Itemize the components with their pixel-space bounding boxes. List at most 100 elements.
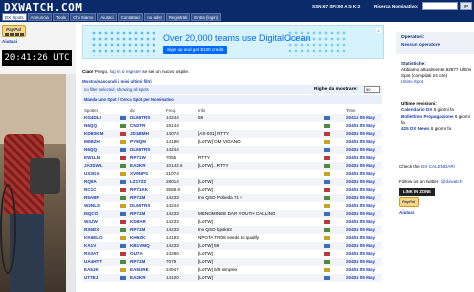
spotter-cell[interactable]: KK6ELO: [82, 234, 118, 242]
table-row: EA5JK EA5URE 24947 [LoTW] 5/9 simplex 2040z …: [82, 266, 382, 274]
link-zone-badge[interactable]: LINK IN ZONE: [399, 188, 435, 196]
aiutaci-link[interactable]: Aiutaci: [2, 39, 17, 44]
spotter-cell[interactable]: W2NLS: [82, 202, 118, 210]
ad-close-icon[interactable]: x: [376, 28, 381, 33]
col-dx[interactable]: dx: [128, 106, 164, 114]
table-row: RX6DX RP71M 14233 tnx QSO bpsk63 2040z 05 Ma…: [82, 226, 382, 234]
dx-cell[interactable]: JD1BMH: [128, 130, 164, 138]
col-spotter[interactable]: Spotter: [82, 106, 118, 114]
nav-item-aiutaci[interactable]: Aiutaci: [97, 13, 117, 21]
spotter-flag-cell: [118, 266, 128, 274]
dx-cell[interactable]: RP71M: [128, 258, 164, 266]
aiutaci-link-right[interactable]: Aiutaci: [399, 210, 414, 215]
dx-cell[interactable]: CN2TR: [128, 122, 164, 130]
dx-cell[interactable]: EA2KR: [128, 274, 164, 282]
spotter-cell[interactable]: W4JW: [82, 218, 118, 226]
dx-cell[interactable]: KH6ZK: [128, 234, 164, 242]
spotter-flag-cell: [118, 130, 128, 138]
flag-icon: [120, 179, 126, 184]
dx-cell[interactable]: EA5URE: [128, 266, 164, 274]
dx-cell[interactable]: RP71M: [128, 210, 164, 218]
stats-link[interactable]: Ultimi Spot: [401, 79, 423, 84]
flag-icon: [324, 155, 330, 160]
search-go-button[interactable]: go: [460, 2, 472, 10]
updates-box: Ultime revisioni: Calendario DX 6 giorni…: [401, 101, 474, 132]
dx-cell[interactable]: DL65TRS: [128, 114, 164, 122]
dx-cell[interactable]: KB1VMQ: [128, 242, 164, 250]
dx-cell[interactable]: KD8AR: [128, 218, 164, 226]
spotter-cell[interactable]: KD8SKM: [82, 130, 118, 138]
twitter-link[interactable]: @dxwatch: [441, 179, 463, 184]
digitalocean-banner[interactable]: Over 20,000 teams use DigitalOcean Sign …: [82, 25, 384, 59]
spotter-cell[interactable]: RC1C: [82, 186, 118, 194]
spotter-cell[interactable]: I5QCO: [82, 210, 118, 218]
col-time[interactable]: Time: [344, 106, 382, 114]
nav-item-no-ads[interactable]: no ads!: [144, 13, 165, 21]
time-cell: 2040z 05 May: [344, 234, 382, 242]
ad-cta-button[interactable]: Sign up and get $100 credit: [163, 46, 228, 54]
dx-flag-cell: [322, 258, 344, 266]
spotter-cell[interactable]: RX6DX: [82, 226, 118, 234]
spotter-cell[interactable]: EA5JK: [82, 266, 118, 274]
dx-cell[interactable]: PY9QM: [128, 138, 164, 146]
flag-icon: [324, 171, 330, 176]
paypal-donate-button-right[interactable]: PayPal: [399, 197, 419, 207]
paypal-donate-button[interactable]: PayPal: [2, 25, 26, 37]
spotter-cell[interactable]: N6QQ: [82, 122, 118, 130]
spotter-cell[interactable]: UA4HTT: [82, 258, 118, 266]
spotter-cell[interactable]: UX3GX: [82, 170, 118, 178]
dx-cell[interactable]: RP71M: [128, 194, 164, 202]
register-link[interactable]: register: [126, 69, 141, 74]
nav-item-chi-siamo[interactable]: Chi Siamo: [70, 13, 97, 21]
dx-cell[interactable]: EA2KR: [128, 162, 164, 170]
nav-item-annuncia[interactable]: Annuncia: [27, 13, 52, 21]
spotter-cell[interactable]: RX3AT: [82, 250, 118, 258]
spotter-cell[interactable]: JA3SWL: [82, 162, 118, 170]
dx-cell[interactable]: LZ17ZZ: [128, 178, 164, 186]
dx-cell[interactable]: RP71KK: [128, 186, 164, 194]
flag-icon: [120, 275, 126, 280]
ad-headline: Over 20,000 teams use DigitalOcean: [163, 33, 311, 43]
flag-icon: [120, 171, 126, 176]
update-link[interactable]: Calendario DX: [401, 107, 432, 112]
update-link[interactable]: 425 DX News: [401, 126, 430, 131]
login-link[interactable]: log in: [110, 69, 121, 74]
spotter-cell[interactable]: N6QQ: [82, 146, 118, 154]
flag-icon: [324, 267, 330, 272]
spotter-cell[interactable]: R5ABF: [82, 194, 118, 202]
spotter-cell[interactable]: RQ9A: [82, 178, 118, 186]
spotter-flag-cell: [118, 114, 128, 122]
dx-cell[interactable]: DL65TRS: [128, 146, 164, 154]
flag-icon: [120, 203, 126, 208]
col-freq[interactable]: Freq.: [164, 106, 196, 114]
welcome-message: Ciao! Prego, log in o register se sei un…: [82, 69, 189, 74]
dx-cell[interactable]: RP71M: [128, 226, 164, 234]
dx-cell[interactable]: DL65TRS: [128, 202, 164, 210]
spotter-cell[interactable]: KG4DLI: [82, 114, 118, 122]
advert-photo[interactable]: [0, 74, 66, 292]
dx-cell[interactable]: OU7A: [128, 250, 164, 258]
flag-icon: [120, 139, 126, 144]
spotter-cell[interactable]: KA1V: [82, 242, 118, 250]
time-cell: 2040z 05 May: [344, 266, 382, 274]
calendar-link[interactable]: DX CALENDAR!: [421, 164, 455, 169]
nav-item-registrati[interactable]: Registrati: [165, 13, 191, 21]
toggle-filters-link[interactable]: Mostra/nascondi i miei ultimi filtri: [82, 79, 152, 84]
dx-cell[interactable]: XV9NPS: [128, 170, 164, 178]
left-sidebar: PayPal Aiutaci 20:41:26 UTC: [0, 22, 76, 292]
nav-item-dx-spots[interactable]: DX Spots: [2, 13, 27, 21]
operators-link[interactable]: Nessun operatore: [401, 42, 440, 47]
nav-item-tools[interactable]: Tools: [52, 13, 70, 21]
nav-item-entra-login[interactable]: Entra (login): [191, 13, 222, 21]
send-spot-link[interactable]: Manda uno Spot / Cerca Spot per Nominati…: [82, 95, 382, 104]
nav-item-contattaci[interactable]: Contattaci: [117, 13, 144, 21]
update-link[interactable]: Bollettino Propagazione: [401, 114, 454, 119]
rows-to-show-select[interactable]: 50: [364, 86, 380, 93]
callsign-search-input[interactable]: [422, 2, 458, 10]
spotter-cell[interactable]: M0BZH: [82, 138, 118, 146]
spotter-cell[interactable]: EW1LN: [82, 154, 118, 162]
spotter-cell[interactable]: UT7EJ: [82, 274, 118, 282]
freq-cell: 3588.6: [164, 186, 196, 194]
spotter-flag-cell: [118, 250, 128, 258]
dx-cell[interactable]: RP71W: [128, 154, 164, 162]
